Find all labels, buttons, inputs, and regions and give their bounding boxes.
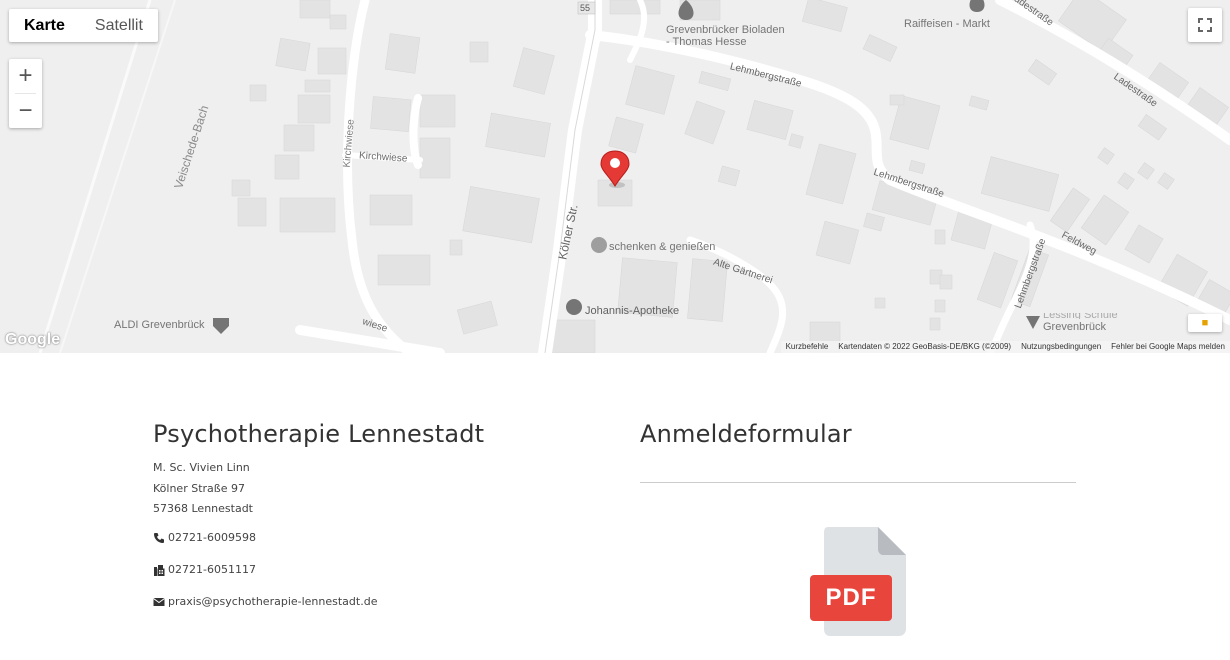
poi-aldi[interactable]: ALDI Grevenbrück <box>114 319 204 331</box>
poi-grevenbrueck[interactable]: Lessing Schule Grevenbrück <box>1043 313 1118 333</box>
city-address: 57368 Lennestadt <box>153 502 253 515</box>
fullscreen-button[interactable] <box>1188 8 1222 42</box>
map-type-satellit-button[interactable]: Satellit <box>80 9 158 42</box>
poi-grevenbrueck-line2: Grevenbrück <box>1043 321 1106 333</box>
buildings <box>231 0 1230 353</box>
terms-link[interactable]: Nutzungsbedingungen <box>1021 341 1101 353</box>
poi-raiffeisen[interactable]: Raiffeisen - Markt <box>904 18 990 30</box>
fax-icon <box>154 564 165 576</box>
email-link[interactable]: praxis@psychotherapie-lennestadt.de <box>168 595 377 608</box>
contact-column: Psychotherapie Lennestadt M. Sc. Vivien … <box>153 420 573 608</box>
map-type-control: Karte Satellit <box>9 9 158 42</box>
pdf-download-button[interactable]: PDF <box>808 525 908 637</box>
envelope-icon <box>153 597 165 606</box>
fullscreen-icon <box>1198 18 1212 32</box>
fax-number: 02721-6051117 <box>168 563 256 576</box>
map-attribution: Kurzbefehle Kartendaten © 2022 GeoBasis-… <box>780 341 1230 353</box>
google-logo[interactable]: Google <box>5 331 60 349</box>
form-title: Anmeldeformular <box>640 420 852 448</box>
phone-row: 02721-6009598 <box>153 531 256 544</box>
zoom-out-button[interactable]: − <box>9 94 42 128</box>
poi-bioladen-line2: - Thomas Hesse <box>666 36 747 48</box>
email-row: praxis@psychotherapie-lennestadt.de <box>153 595 377 608</box>
street-address: Kölner Straße 97 <box>153 481 245 495</box>
map-type-karte-button[interactable]: Karte <box>9 9 80 42</box>
report-error-link[interactable]: Fehler bei Google Maps melden <box>1111 341 1225 353</box>
form-column: Anmeldeformular PDF <box>640 420 1076 636</box>
location-marker-icon[interactable] <box>599 150 631 190</box>
keyboard-shortcuts-link[interactable]: Kurzbefehle <box>786 341 829 353</box>
map-road-shield: 55 <box>580 3 591 13</box>
poi-grevenbrueck-line1: Lessing Schule <box>1043 313 1118 319</box>
address-block: M. Sc. Vivien Linn Kölner Straße 97 5736… <box>153 458 573 520</box>
divider <box>640 482 1076 483</box>
poi-bioladen-line1: Grevenbrücker Bioladen <box>666 24 785 36</box>
therapist-name: M. Sc. Vivien Linn <box>153 461 250 474</box>
zoom-control: + − <box>9 59 42 128</box>
pegman-icon[interactable]: ■ <box>1188 314 1222 332</box>
practice-title: Psychotherapie Lennestadt <box>153 420 485 448</box>
fax-row: 02721-6051117 <box>153 563 256 576</box>
poi-schenken[interactable]: schenken & genießen <box>609 241 715 253</box>
map[interactable]: 55 Veischede-Bach Kirchwiese Kirchwiese … <box>0 0 1230 353</box>
phone-icon <box>154 532 164 543</box>
pdf-label: PDF <box>825 584 877 611</box>
phone-link[interactable]: 02721-6009598 <box>168 531 256 544</box>
zoom-in-button[interactable]: + <box>9 59 42 93</box>
poi-apotheke[interactable]: Johannis-Apotheke <box>585 305 679 317</box>
poi-bioladen[interactable]: Grevenbrücker Bioladen - Thomas Hesse <box>666 24 785 48</box>
map-data-credit: Kartendaten © 2022 GeoBasis-DE/BKG (©200… <box>838 342 1012 351</box>
